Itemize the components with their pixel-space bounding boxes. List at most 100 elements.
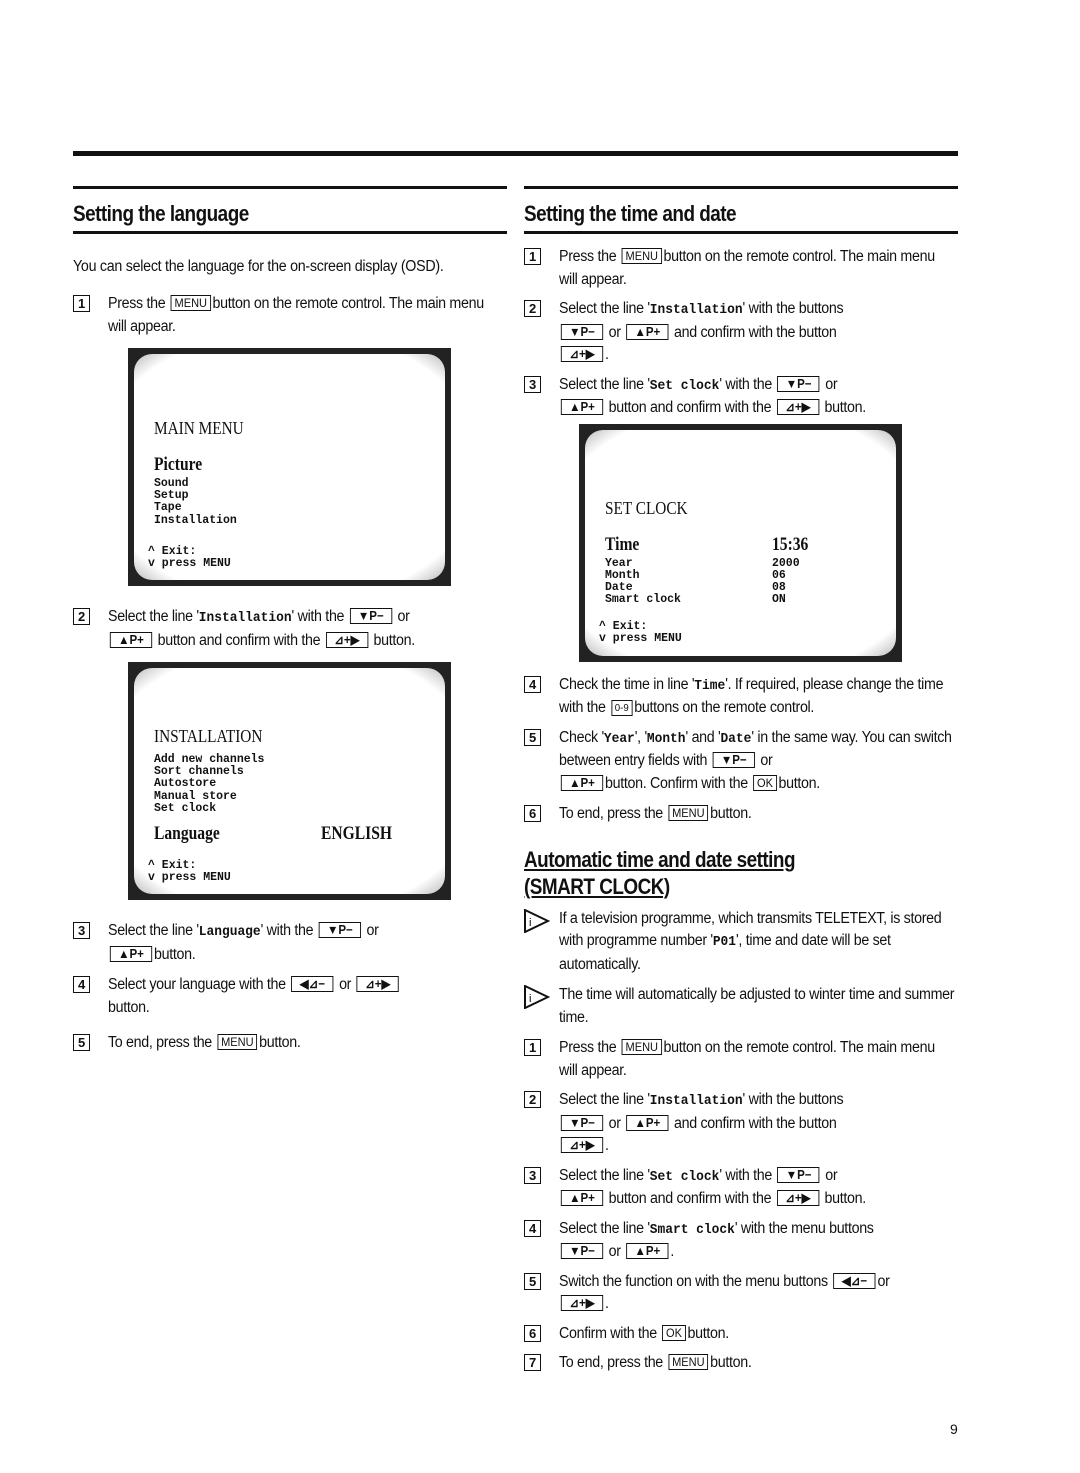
section-rule <box>73 231 507 234</box>
vol-plus-key: ⊿+▶ <box>325 631 368 648</box>
p-plus-key: ▲P+ <box>109 945 153 962</box>
step-2: 2 Select the line 'Installation' with th… <box>524 298 958 367</box>
osd-title: MAIN MENU <box>154 418 244 438</box>
step-number: 5 <box>524 728 541 746</box>
p-minus-key: ▼P− <box>712 752 755 768</box>
section-title: Setting the time and date <box>524 201 737 226</box>
vol-plus-key: ⊿+▶ <box>776 1190 819 1206</box>
step-number: 2 <box>73 608 90 625</box>
step-5: 5 To end, press the MENU button. <box>73 1032 507 1055</box>
p-minus-key: ▼P− <box>560 323 604 340</box>
step-number: 2 <box>524 300 541 317</box>
vol-plus-key: ⊿+▶ <box>560 1295 604 1311</box>
step-number: 1 <box>73 295 90 312</box>
smart-step-1: 1 Press the MENU button on the remote con… <box>524 1037 958 1082</box>
osd-selected-value: ENGLISH <box>321 823 393 844</box>
step-number: 3 <box>524 375 541 393</box>
osd-item: Autostore <box>154 777 217 791</box>
menu-key: MENU <box>170 295 211 311</box>
p-plus-key: ▲P+ <box>626 1114 669 1131</box>
osd-value: 2000 <box>772 556 800 570</box>
step-number: 6 <box>524 805 541 822</box>
menu-key: MENU <box>668 1354 709 1370</box>
p-plus-key: ▲P+ <box>109 631 153 648</box>
osd-item: Year <box>605 556 633 570</box>
osd-item: Smart clock <box>605 593 681 607</box>
menu-key: MENU <box>621 248 662 264</box>
step-number: 6 <box>524 1324 541 1342</box>
osd-item: Installation <box>154 513 237 527</box>
osd-value: ON <box>772 593 786 607</box>
step-6: 6 To end, press the MENU button. <box>524 803 958 826</box>
osd-item: Manual store <box>154 789 237 803</box>
osd-selected-item: Time <box>605 533 640 555</box>
step-2: 2 Select the line 'Installation' with th… <box>73 606 507 652</box>
p-plus-key: ▲P+ <box>560 774 604 791</box>
vol-plus-key: ⊿+▶ <box>560 346 604 362</box>
ok-key: OK <box>753 774 777 791</box>
p-minus-key: ▼P− <box>777 1166 820 1183</box>
step-number: 3 <box>524 1166 541 1184</box>
smart-step-4: 4 Select the line 'Smart clock' with the… <box>524 1218 958 1264</box>
osd-item-list: Sound Setup Tape Installation <box>154 477 237 527</box>
menu-key: MENU <box>217 1034 258 1050</box>
section-title: Setting the language <box>73 201 249 226</box>
info-note: i The time will automatically be adjuste… <box>524 984 958 1029</box>
osd-item: Set clock <box>154 801 217 815</box>
step-number: 4 <box>524 675 541 693</box>
osd-item: Tape <box>154 501 182 515</box>
svg-text:i: i <box>529 993 531 1005</box>
osd-selected-value: 15:36 <box>772 533 809 555</box>
info-icon: i <box>524 908 550 933</box>
vol-plus-key: ⊿+▶ <box>560 1137 604 1153</box>
step-number: 4 <box>524 1219 541 1237</box>
step-number: 2 <box>524 1091 541 1108</box>
ok-key: OK <box>662 1324 686 1341</box>
page-top-rule <box>73 151 958 156</box>
step-number: 3 <box>73 922 90 939</box>
vol-minus-key: ◀⊿− <box>291 976 334 992</box>
p-minus-key: ▼P− <box>349 608 392 624</box>
p-minus-key: ▼P− <box>560 1114 604 1131</box>
vol-plus-key: ⊿+▶ <box>776 399 819 415</box>
vol-minus-key: ◀⊿− <box>833 1272 876 1289</box>
step-4: 4 Select your language with the ◀⊿− or ⊿… <box>73 974 507 1019</box>
osd-item-list: Add new channels Sort channels Autostore… <box>154 753 264 815</box>
smart-step-6: 6 Confirm with the OK button. <box>524 1323 958 1346</box>
osd-selected-item: Language <box>154 823 220 844</box>
page-number: 9 <box>950 1421 958 1437</box>
p-plus-key: ▲P+ <box>626 323 669 340</box>
step-number: 1 <box>524 1039 541 1056</box>
p-plus-key: ▲P+ <box>626 1243 669 1259</box>
step-3: 3 Select the line 'Language' with the ▼P… <box>73 920 507 966</box>
smart-clock-heading: Automatic time and date setting (SMART C… <box>524 846 796 899</box>
osd-exit-hint: ^ Exit: v press MENU <box>148 544 231 570</box>
step-number: 4 <box>73 976 90 993</box>
info-note: i If a television programme, which trans… <box>524 908 958 977</box>
tv-screen-installation: INSTALLATION Add new channels Sort chann… <box>128 662 451 900</box>
step-4: 4 Check the time in line 'Time'. If requ… <box>524 674 958 720</box>
section-language: Setting the language You can select the … <box>73 186 507 1055</box>
step-number: 7 <box>524 1354 541 1371</box>
section-time-date: Setting the time and date 1 Press the ME… <box>524 186 958 1375</box>
menu-key: MENU <box>668 805 709 821</box>
digits-key: 0-9 <box>611 700 633 716</box>
p-plus-key: ▲P+ <box>560 1190 604 1206</box>
intro-text: You can select the language for the on-s… <box>73 258 444 275</box>
osd-value-list: 2000 06 08 ON <box>772 556 800 607</box>
svg-text:i: i <box>529 917 531 929</box>
smart-step-7: 7 To end, press the MENU button. <box>524 1352 958 1375</box>
step-1: 1 Press the MENU button on the remote con… <box>524 246 958 291</box>
tv-screen-set-clock: SET CLOCK Time 15:36 Year Month Date Sma… <box>579 423 902 662</box>
osd-title: INSTALLATION <box>154 726 263 746</box>
step-number: 5 <box>73 1034 90 1051</box>
p-minus-key: ▼P− <box>777 375 820 392</box>
osd-exit-hint: ^ Exit: v press MENU <box>148 858 231 884</box>
smart-step-2: 2 Select the line 'Installation' with th… <box>524 1089 958 1158</box>
section-rule <box>524 231 958 234</box>
p-plus-key: ▲P+ <box>560 399 604 415</box>
smart-step-5: 5 Switch the function on with the menu b… <box>524 1271 958 1316</box>
p-minus-key: ▼P− <box>318 922 362 938</box>
step-5: 5 Check 'Year', 'Month' and 'Date' in th… <box>524 727 958 796</box>
osd-item-list: Year Month Date Smart clock <box>605 556 681 607</box>
